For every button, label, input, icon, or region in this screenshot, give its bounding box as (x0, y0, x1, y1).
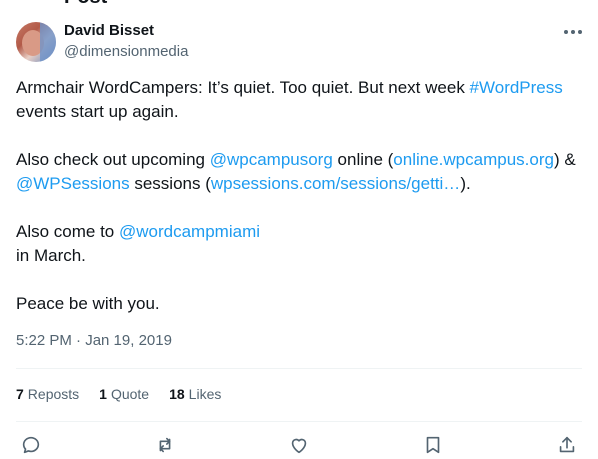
quotes-label: Quote (110, 386, 150, 402)
author-name[interactable]: David Bisset (64, 22, 154, 39)
likes-stat[interactable]: 18 Likes (169, 386, 221, 402)
tweet-paragraph-3: Also come to @wordcampmiami in March. (16, 220, 586, 268)
quotes-count: 1 (99, 386, 107, 402)
tweet-paragraph-2: Also check out upcoming @wpcampusorg onl… (16, 148, 586, 196)
reposts-label: Reposts (27, 386, 80, 402)
mention-link[interactable]: @wpcampusorg (210, 150, 333, 169)
likes-label: Likes (188, 386, 222, 402)
divider (16, 421, 582, 422)
share-icon[interactable] (554, 432, 580, 458)
tweet-text-segment: events start up again. (16, 102, 179, 121)
tweet-text-segment: Also come to (16, 222, 119, 241)
tweet-text: Armchair WordCampers: It’s quiet. Too qu… (16, 76, 586, 340)
engagement-stats: 7 Reposts 1 Quote 18 Likes (16, 386, 221, 402)
repost-icon[interactable] (152, 432, 178, 458)
like-icon[interactable] (286, 432, 312, 458)
mention-link[interactable]: @wordcampmiami (119, 222, 260, 241)
url-link[interactable]: online.wpcampus.org (393, 150, 554, 169)
reposts-count: 7 (16, 386, 24, 402)
hashtag-link[interactable]: #WordPress (470, 78, 563, 97)
tweet-text-segment: sessions ( (129, 174, 211, 193)
tweet-text-segment: in March. (16, 246, 86, 265)
page-title-partial: Post (64, 0, 107, 9)
timestamp[interactable]: 5:22 PM · Jan 19, 2019 (16, 332, 172, 349)
author-handle[interactable]: @dimensionmedia (64, 43, 188, 60)
url-link[interactable]: wpsessions.com/sessions/getti… (211, 174, 460, 193)
avatar-shade (40, 22, 56, 62)
tweet-paragraph-4: Peace be with you. (16, 294, 160, 313)
divider (16, 368, 582, 369)
quotes-stat[interactable]: 1 Quote (99, 386, 149, 402)
tweet-text-segment: Armchair WordCampers: It’s quiet. Too qu… (16, 78, 470, 97)
reposts-stat[interactable]: 7 Reposts (16, 386, 79, 402)
tweet-paragraph-1: Armchair WordCampers: It’s quiet. Too qu… (16, 76, 586, 124)
mention-link[interactable]: @WPSessions (16, 174, 130, 193)
tweet-text-segment: ) & (553, 150, 576, 169)
tweet-text-segment: ). (460, 174, 471, 193)
action-bar (0, 432, 598, 458)
likes-count: 18 (169, 386, 185, 402)
bookmark-icon[interactable] (420, 432, 446, 458)
avatar[interactable] (16, 22, 56, 62)
more-options-icon[interactable] (562, 22, 584, 42)
reply-icon[interactable] (18, 432, 44, 458)
tweet-text-segment: online ( (332, 150, 394, 169)
tweet-text-segment: Also check out upcoming (16, 150, 210, 169)
